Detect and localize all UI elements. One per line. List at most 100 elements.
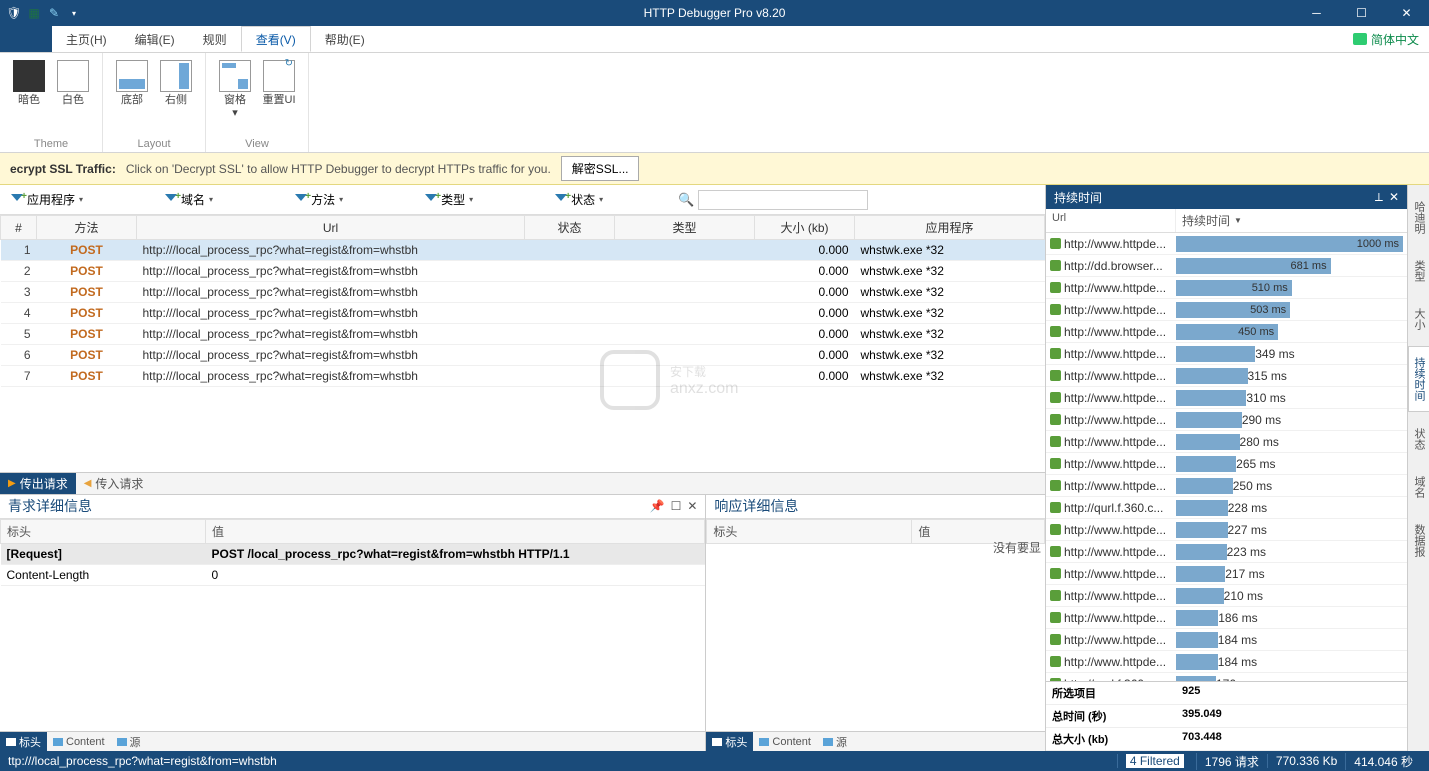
- request-col-value[interactable]: 值: [206, 519, 705, 543]
- ribbon-btn-dark-icon[interactable]: 暗色: [8, 57, 50, 136]
- file-tab[interactable]: [0, 26, 52, 52]
- pin-icon[interactable]: 📌: [650, 499, 665, 513]
- grid-col-5[interactable]: 大小 (kb): [755, 216, 855, 240]
- ribbon-btn-reset-icon[interactable]: 重置UI: [258, 57, 300, 136]
- ribbon-btn-window-icon[interactable]: 窗格▾: [214, 57, 256, 136]
- grid-col-4[interactable]: 类型: [615, 216, 755, 240]
- grid-col-3[interactable]: 状态: [525, 216, 615, 240]
- duration-row[interactable]: http://www.httpde... 217 ms: [1046, 563, 1407, 585]
- bottom-tab-Content[interactable]: Content: [47, 732, 111, 751]
- duration-row[interactable]: http://www.httpde... 184 ms: [1046, 629, 1407, 651]
- duration-col-duration[interactable]: 持续时间 ▼: [1176, 209, 1407, 232]
- grid-col-2[interactable]: Url: [137, 216, 525, 240]
- vtab-3[interactable]: 持续时间: [1408, 346, 1429, 412]
- decrypt-ssl-button[interactable]: 解密SSL...: [561, 156, 640, 181]
- excel-export-icon[interactable]: ▦: [26, 5, 42, 21]
- brush-icon[interactable]: ✎: [46, 5, 62, 21]
- duration-row[interactable]: http://www.httpde... 223 ms: [1046, 541, 1407, 563]
- table-row[interactable]: 4 POST http:///local_process_rpc?what=re…: [1, 303, 1045, 324]
- vtab-4[interactable]: 状态: [1408, 418, 1429, 460]
- duration-list[interactable]: http://www.httpde... 1000 ms http://dd.b…: [1046, 233, 1407, 681]
- table-row[interactable]: 5 POST http:///local_process_rpc?what=re…: [1, 324, 1045, 345]
- filter-3[interactable]: 类型▾: [418, 188, 480, 211]
- menu-tab-3[interactable]: 查看(V): [241, 26, 311, 52]
- table-row[interactable]: 1 POST http:///local_process_rpc?what=re…: [1, 240, 1045, 261]
- response-col-header[interactable]: 标头: [707, 519, 912, 543]
- vtab-6[interactable]: 数据报: [1408, 514, 1429, 567]
- grid-col-1[interactable]: 方法: [37, 216, 137, 240]
- bottom-tab-源[interactable]: 源: [817, 732, 853, 751]
- request-pane-tools: 📌 ☐ ✕: [650, 499, 698, 513]
- grid-col-6[interactable]: 应用程序: [855, 216, 1045, 240]
- duration-row[interactable]: http://dd.browser... 681 ms: [1046, 255, 1407, 277]
- close-button[interactable]: ✕: [1384, 0, 1429, 26]
- menu-tab-4[interactable]: 帮助(E): [311, 26, 379, 52]
- tab-incoming[interactable]: ◀ 传入请求: [76, 473, 152, 494]
- duration-row[interactable]: http://www.httpde... 315 ms: [1046, 365, 1407, 387]
- request-grid[interactable]: #方法Url状态类型大小 (kb)应用程序 1 POST http:///loc…: [0, 215, 1045, 473]
- duration-row[interactable]: http://www.httpde... 503 ms: [1046, 299, 1407, 321]
- duration-row[interactable]: http://www.httpde... 510 ms: [1046, 277, 1407, 299]
- table-row[interactable]: 6 POST http:///local_process_rpc?what=re…: [1, 345, 1045, 366]
- table-row[interactable]: 7 POST http:///local_process_rpc?what=re…: [1, 366, 1045, 387]
- tab-outgoing[interactable]: ▶ 传出请求: [0, 473, 76, 494]
- duration-row[interactable]: http://www.httpde... 186 ms: [1046, 607, 1407, 629]
- duration-row[interactable]: http://qurl.f.360.c... 176 ms: [1046, 673, 1407, 681]
- ribbon-btn-white-icon[interactable]: 白色: [52, 57, 94, 136]
- bottom-tab-源[interactable]: 源: [111, 732, 147, 751]
- filter-1[interactable]: 域名▾: [158, 188, 220, 211]
- duration-bar: 228 ms: [1176, 500, 1228, 516]
- vtab-0[interactable]: 哈迪明: [1408, 191, 1429, 244]
- grid-col-0[interactable]: #: [1, 216, 37, 240]
- duration-row[interactable]: http://www.httpde... 1000 ms: [1046, 233, 1407, 255]
- close-pane-icon[interactable]: ✕: [687, 499, 697, 513]
- vtab-2[interactable]: 大小: [1408, 298, 1429, 340]
- duration-row[interactable]: http://www.httpde... 184 ms: [1046, 651, 1407, 673]
- status-requests: 1796 请求: [1196, 753, 1267, 770]
- filter-2[interactable]: 方法▾: [288, 188, 350, 211]
- duration-col-url[interactable]: Url: [1046, 209, 1176, 232]
- panel-pin-icon[interactable]: ⟂: [1375, 190, 1383, 205]
- minimize-button[interactable]: ─: [1294, 0, 1339, 26]
- ribbon-btn-right-icon[interactable]: 右侧: [155, 57, 197, 136]
- menu-tab-2[interactable]: 规则: [189, 26, 241, 52]
- duration-bar: 310 ms: [1176, 390, 1246, 406]
- chevron-down-icon: ▾: [599, 195, 603, 204]
- vtab-1[interactable]: 类型: [1408, 250, 1429, 292]
- maximize-pane-icon[interactable]: ☐: [671, 499, 682, 513]
- duration-row[interactable]: http://www.httpde... 310 ms: [1046, 387, 1407, 409]
- request-col-header[interactable]: 标头: [1, 519, 206, 543]
- duration-row[interactable]: http://www.httpde... 349 ms: [1046, 343, 1407, 365]
- bottom-tab-标头[interactable]: 标头: [706, 732, 753, 751]
- duration-row[interactable]: http://www.httpde... 227 ms: [1046, 519, 1407, 541]
- menu-tab-1[interactable]: 编辑(E): [121, 26, 189, 52]
- window-title: HTTP Debugger Pro v8.20: [644, 6, 786, 20]
- duration-row[interactable]: http://www.httpde... 250 ms: [1046, 475, 1407, 497]
- url-icon: [1050, 480, 1061, 491]
- menu-tab-0[interactable]: 主页(H): [52, 26, 121, 52]
- duration-row[interactable]: http://www.httpde... 265 ms: [1046, 453, 1407, 475]
- ribbon-btn-bottom-icon[interactable]: 底部: [111, 57, 153, 136]
- panel-close-icon[interactable]: ✕: [1389, 190, 1399, 205]
- search-icon[interactable]: 🔍: [678, 192, 694, 208]
- qat-dropdown-icon[interactable]: ▾: [66, 5, 82, 21]
- duration-bar: 227 ms: [1176, 522, 1228, 538]
- tab-icon: [117, 738, 127, 746]
- filter-4[interactable]: 状态▾: [548, 188, 610, 211]
- duration-bar: 280 ms: [1176, 434, 1240, 450]
- bottom-tab-标头[interactable]: 标头: [0, 732, 47, 751]
- duration-row[interactable]: http://www.httpde... 290 ms: [1046, 409, 1407, 431]
- search-input[interactable]: [698, 190, 868, 210]
- vtab-5[interactable]: 域名: [1408, 466, 1429, 508]
- filter-0[interactable]: 应用程序▾: [4, 188, 90, 211]
- url-icon: [1050, 546, 1061, 557]
- maximize-button[interactable]: ☐: [1339, 0, 1384, 26]
- bottom-tab-Content[interactable]: Content: [753, 732, 817, 751]
- language-selector[interactable]: 简体中文: [1353, 26, 1419, 52]
- duration-row[interactable]: http://qurl.f.360.c... 228 ms: [1046, 497, 1407, 519]
- duration-row[interactable]: http://www.httpde... 280 ms: [1046, 431, 1407, 453]
- table-row[interactable]: 3 POST http:///local_process_rpc?what=re…: [1, 282, 1045, 303]
- duration-row[interactable]: http://www.httpde... 450 ms: [1046, 321, 1407, 343]
- duration-row[interactable]: http://www.httpde... 210 ms: [1046, 585, 1407, 607]
- table-row[interactable]: 2 POST http:///local_process_rpc?what=re…: [1, 261, 1045, 282]
